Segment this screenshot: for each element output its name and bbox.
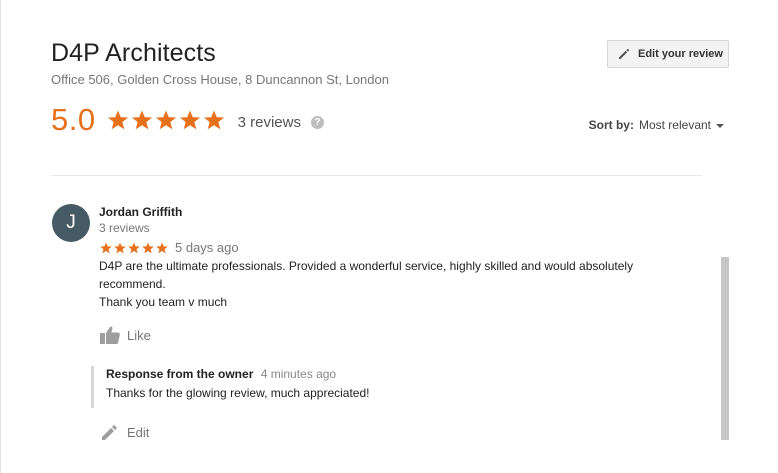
sort-value: Most relevant [638, 118, 711, 132]
sort-label: Sort by: [588, 118, 634, 132]
thumbs-up-icon [99, 325, 121, 345]
owner-response-title: Response from the owner [106, 367, 254, 381]
review-time: 5 days ago [175, 240, 239, 255]
review-text: D4P are the ultimate professionals. Prov… [99, 257, 699, 311]
reviewer-review-count: 3 reviews [99, 221, 150, 235]
average-rating: 5.0 [51, 102, 96, 137]
owner-response-header: Response from the owner 4 minutes ago [106, 367, 691, 381]
owner-response: Response from the owner 4 minutes ago Th… [91, 366, 691, 408]
sort-dropdown[interactable]: Sort by: Most relevant [589, 118, 724, 132]
edit-your-review-label: Edit your review [638, 48, 723, 60]
star-icon [179, 110, 200, 130]
like-label: Like [127, 327, 151, 343]
scrollbar-thumb[interactable] [721, 257, 729, 440]
place-title: D4P Architects [51, 39, 216, 67]
star-icon [107, 110, 128, 130]
reviews-panel: D4P Architects Office 506, Golden Cross … [0, 0, 778, 473]
star-icon [114, 241, 126, 253]
review-body: Jordan Griffith 3 reviews 5 days ago D4P… [91, 201, 699, 442]
review-text-line: D4P are the ultimate professionals. Prov… [99, 259, 634, 273]
owner-response-time: 4 minutes ago [260, 367, 337, 381]
review-text-line: recommend. [99, 277, 166, 291]
pencil-icon [99, 422, 119, 442]
pencil-icon [617, 47, 631, 61]
edit-label: Edit [127, 424, 150, 440]
place-address: Office 506, Golden Cross House, 8 Duncan… [51, 72, 389, 87]
reviewer-name[interactable]: Jordan Griffith [99, 205, 699, 219]
star-icon [142, 241, 154, 253]
divider [51, 175, 702, 176]
star-icon [128, 241, 140, 253]
avatar[interactable]: J [52, 204, 90, 242]
rating-stars [106, 108, 226, 132]
review-text-line: Thank you team v much [99, 295, 228, 309]
star-icon [156, 241, 168, 253]
star-icon [155, 110, 176, 130]
rating-summary: 5.0 3 reviews ? [51, 102, 324, 138]
star-icon [100, 241, 112, 253]
review-stars [99, 241, 169, 255]
review-count: 3 reviews [237, 113, 301, 131]
owner-response-text: Thanks for the glowing review, much appr… [106, 386, 370, 400]
star-icon [131, 110, 152, 130]
caret-down-icon [716, 124, 724, 128]
help-circle-icon[interactable]: ? [310, 115, 324, 129]
review-rating: 5 days ago [99, 240, 699, 255]
star-icon [203, 110, 224, 130]
edit-response-button[interactable]: Edit [99, 422, 699, 442]
edit-your-review-button[interactable]: Edit your review [607, 40, 729, 68]
like-button[interactable]: Like [99, 325, 699, 345]
